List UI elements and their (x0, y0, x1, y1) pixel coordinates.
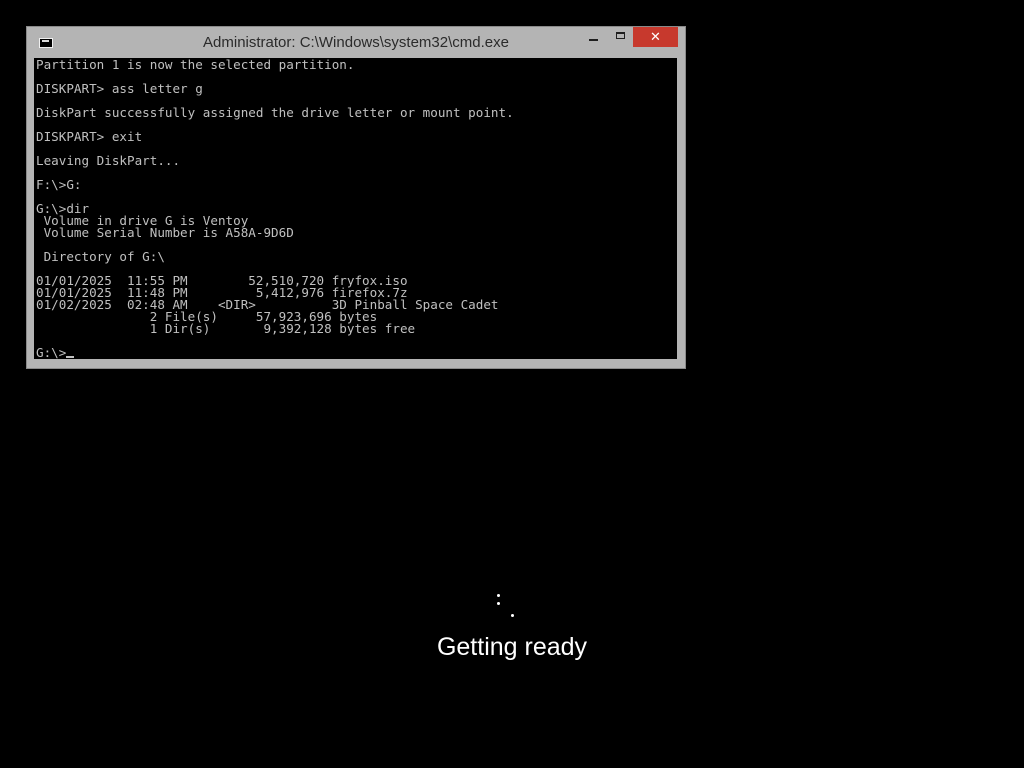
console-line: Partition 1 is now the selected partitio… (36, 58, 514, 72)
minimize-button[interactable] (580, 27, 606, 47)
console-line: Volume Serial Number is A58A-9D6D (36, 225, 514, 240)
console-line: DISKPART> ass letter g (36, 81, 514, 96)
console-line: Leaving DiskPart... (36, 153, 514, 168)
console-output: Partition 1 is now the selected partitio… (36, 58, 514, 359)
title-bar[interactable]: Administrator: C:\Windows\system32\cmd.e… (27, 27, 685, 58)
console-line-text: 1 Dir(s) 9,392,128 bytes free (36, 321, 416, 336)
console-line: G:\> (36, 345, 514, 359)
console-line-text: DISKPART> exit (36, 129, 143, 144)
spinner-dot (497, 594, 500, 597)
spinner-dot (497, 602, 500, 605)
loading-spinner-icon (488, 588, 518, 618)
console-line-text: DiskPart successfully assigned the drive… (36, 105, 514, 120)
console-line-text: Volume Serial Number is A58A-9D6D (36, 225, 294, 240)
close-button[interactable]: ✕ (633, 27, 678, 47)
console-line-text: Leaving DiskPart... (36, 153, 181, 168)
console-line-text: F:\>G: (36, 177, 82, 192)
console-line: 1 Dir(s) 9,392,128 bytes free (36, 321, 514, 336)
cmd-window: Administrator: C:\Windows\system32\cmd.e… (26, 26, 686, 369)
maximize-button[interactable] (607, 27, 633, 47)
boot-status-text: Getting ready (436, 633, 588, 661)
text-cursor (66, 356, 75, 358)
close-icon: ✕ (650, 29, 661, 45)
spinner-dot (511, 614, 514, 617)
console-area[interactable]: Partition 1 is now the selected partitio… (34, 58, 677, 359)
console-line-text: Directory of G:\ (36, 249, 165, 264)
console-line-text: Partition 1 is now the selected partitio… (36, 58, 355, 72)
console-line: DISKPART> exit (36, 129, 514, 144)
console-line-text: G:\> (36, 345, 67, 359)
console-line-text: DISKPART> ass letter g (36, 81, 203, 96)
minimize-icon (588, 39, 598, 41)
maximize-icon (615, 31, 625, 39)
console-line: Directory of G:\ (36, 249, 514, 264)
console-line: DiskPart successfully assigned the drive… (36, 105, 514, 120)
console-line: F:\>G: (36, 177, 514, 192)
